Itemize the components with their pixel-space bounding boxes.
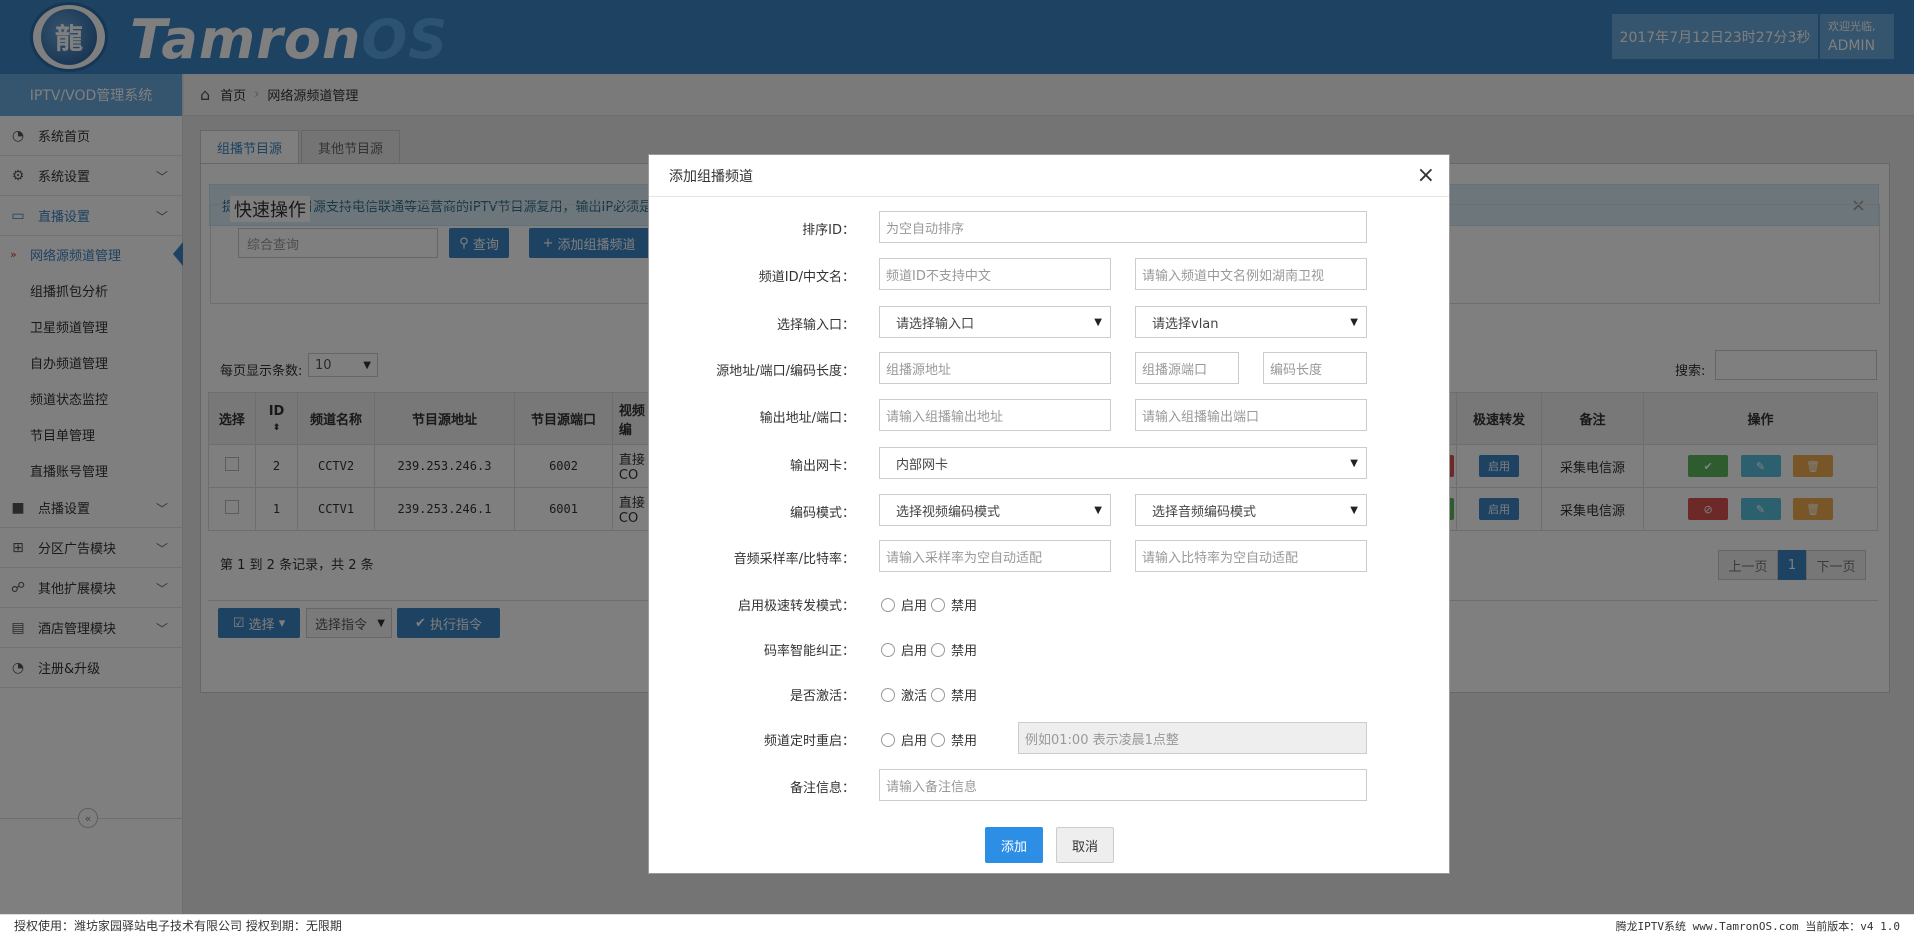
sample-rate-input[interactable]: 请输入采样率为空自动适配: [879, 540, 1111, 572]
output-port-input[interactable]: 请输入组播输出端口: [1135, 399, 1367, 431]
channel-name-input[interactable]: 请输入频道中文名例如湖南卫视: [1135, 258, 1367, 290]
form-row-note: 备注信息： 请输入备注信息: [649, 769, 1451, 801]
active-label: 是否激活：: [789, 689, 855, 704]
input-label: 选择输入口：: [776, 318, 855, 333]
smart-label: 码率智能纠正：: [763, 644, 855, 659]
encode-label: 编码模式：: [789, 506, 855, 521]
form-row-fast: 启用极速转发模式： 启用 禁用: [649, 587, 1451, 619]
option-label: 禁用: [951, 689, 978, 704]
sort-id-input[interactable]: 为空自动排序: [879, 211, 1367, 243]
smart-enable-option[interactable]: 启用: [881, 640, 927, 659]
form-row-channel: 频道ID/中文名： 频道ID不支持中文 请输入频道中文名例如湖南卫视: [649, 258, 1451, 290]
radio-button[interactable]: [881, 597, 895, 612]
input-port-select[interactable]: 请选择输入口 ▼: [879, 306, 1111, 338]
caret-down-icon: ▼: [1350, 316, 1358, 328]
smart-disable-option[interactable]: 禁用: [931, 640, 977, 659]
option-label: 禁用: [951, 734, 978, 749]
version-info: 腾龙IPTV系统 www.TamronOS.com 当前版本：v4 1.0: [1615, 919, 1900, 933]
restart-label: 频道定时重启：: [763, 734, 855, 749]
form-row-encode: 编码模式： 选择视频编码模式 ▼ 选择音频编码模式 ▼: [649, 494, 1451, 526]
add-channel-dialog: 添加组播频道 × 排序ID： 为空自动排序 频道ID/中文名： 频道ID不支持中…: [648, 154, 1450, 874]
cancel-button[interactable]: 取消: [1056, 827, 1114, 863]
license-info: 授权使用：潍坊家园驿站电子技术有限公司 授权到期：无限期: [14, 919, 342, 933]
note-label: 备注信息：: [789, 781, 855, 796]
caret-down-icon: ▼: [1094, 316, 1102, 328]
audio-mode-value: 选择音频编码模式: [1152, 504, 1257, 520]
vlan-value: 请选择vlan: [1152, 316, 1219, 332]
radio-button[interactable]: [931, 642, 945, 657]
radio-button[interactable]: [881, 642, 895, 657]
add-button[interactable]: 添加: [985, 827, 1043, 863]
channel-label: 频道ID/中文名：: [758, 270, 855, 285]
output-label: 输出地址/端口：: [759, 411, 855, 426]
radio-button[interactable]: [931, 732, 945, 747]
form-row-restart: 频道定时重启： 启用 禁用 例如01:00 表示凌晨1点整: [649, 722, 1451, 754]
audio-mode-select[interactable]: 选择音频编码模式 ▼: [1135, 494, 1367, 526]
option-label: 禁用: [951, 644, 978, 659]
close-icon[interactable]: ×: [1417, 163, 1435, 188]
radio-button[interactable]: [931, 687, 945, 702]
caret-down-icon: ▼: [1094, 504, 1102, 516]
option-label: 激活: [901, 689, 928, 704]
caret-down-icon: ▼: [1350, 504, 1358, 516]
option-label: 禁用: [951, 599, 978, 614]
footer: 授权使用：潍坊家园驿站电子技术有限公司 授权到期：无限期 腾龙IPTV系统 ww…: [0, 914, 1914, 936]
video-mode-select[interactable]: 选择视频编码模式 ▼: [879, 494, 1111, 526]
encode-length-input[interactable]: 编码长度: [1263, 352, 1367, 384]
form-row-smart: 码率智能纠正： 启用 禁用: [649, 632, 1451, 664]
restart-enable-option[interactable]: 启用: [881, 730, 927, 749]
output-address-input[interactable]: 请输入组播输出地址: [879, 399, 1111, 431]
source-address-input[interactable]: 组播源地址: [879, 352, 1111, 384]
dialog-title: 添加组播频道: [669, 168, 753, 185]
option-label: 启用: [901, 599, 928, 614]
caret-down-icon: ▼: [1350, 457, 1358, 469]
radio-button[interactable]: [881, 687, 895, 702]
form-row-sort: 排序ID： 为空自动排序: [649, 211, 1451, 243]
sort-label: 排序ID：: [802, 223, 855, 238]
activate-option[interactable]: 激活: [881, 685, 927, 704]
radio-button[interactable]: [881, 732, 895, 747]
fast-label: 启用极速转发模式：: [737, 599, 855, 614]
form-row-nic: 输出网卡： 内部网卡 ▼: [649, 447, 1451, 479]
audio-label: 音频采样率/比特率：: [733, 552, 855, 567]
source-label: 源地址/端口/编码长度：: [716, 364, 855, 379]
channel-id-input[interactable]: 频道ID不支持中文: [879, 258, 1111, 290]
form-row-output: 输出地址/端口： 请输入组播输出地址 请输入组播输出端口: [649, 399, 1451, 431]
deactivate-option[interactable]: 禁用: [931, 685, 977, 704]
bitrate-input[interactable]: 请输入比特率为空自动适配: [1135, 540, 1367, 572]
note-input[interactable]: 请输入备注信息: [879, 769, 1367, 801]
nic-select[interactable]: 内部网卡 ▼: [879, 447, 1367, 479]
fast-enable-option[interactable]: 启用: [881, 595, 927, 614]
fast-disable-option[interactable]: 禁用: [931, 595, 977, 614]
source-port-input[interactable]: 组播源端口: [1135, 352, 1239, 384]
option-label: 启用: [901, 644, 928, 659]
vlan-select[interactable]: 请选择vlan ▼: [1135, 306, 1367, 338]
nic-label: 输出网卡：: [789, 459, 855, 474]
dialog-header: 添加组播频道: [649, 155, 1449, 197]
form-row-source: 源地址/端口/编码长度： 组播源地址 组播源端口 编码长度: [649, 352, 1451, 384]
video-mode-value: 选择视频编码模式: [896, 504, 1001, 520]
radio-button[interactable]: [931, 597, 945, 612]
nic-value: 内部网卡: [896, 457, 949, 473]
form-row-audio: 音频采样率/比特率： 请输入采样率为空自动适配 请输入比特率为空自动适配: [649, 540, 1451, 572]
form-row-active: 是否激活： 激活 禁用: [649, 677, 1451, 709]
form-row-input: 选择输入口： 请选择输入口 ▼ 请选择vlan ▼: [649, 306, 1451, 338]
restart-disable-option[interactable]: 禁用: [931, 730, 977, 749]
option-label: 启用: [901, 734, 928, 749]
input-port-value: 请选择输入口: [896, 316, 975, 332]
restart-time-input[interactable]: 例如01:00 表示凌晨1点整: [1018, 722, 1367, 754]
